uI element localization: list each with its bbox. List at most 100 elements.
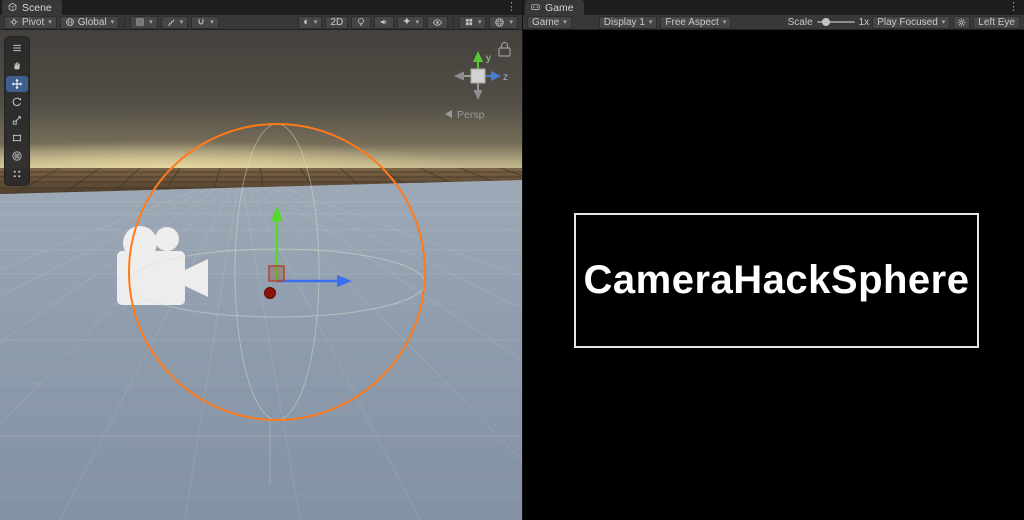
global-label: Global bbox=[77, 16, 107, 28]
pivot-label: Pivot bbox=[22, 16, 45, 28]
orientation-cube[interactable] bbox=[470, 68, 486, 84]
magnet-icon bbox=[196, 17, 206, 27]
overlays-dropdown[interactable]: ▾ bbox=[458, 15, 487, 29]
scale-value: 1x bbox=[858, 16, 870, 28]
tab-game[interactable]: Game bbox=[525, 0, 584, 15]
dropdown-arrow-icon: ▾ bbox=[179, 19, 184, 26]
left-eye-label: Left Eye bbox=[978, 16, 1015, 28]
dropdown-arrow-icon: ▾ bbox=[313, 19, 318, 26]
pivot-dropdown[interactable]: Pivot ▾ bbox=[4, 15, 57, 29]
gizmo-sphere-icon bbox=[494, 17, 505, 28]
scene-visibility-toggle[interactable] bbox=[426, 15, 448, 29]
scale-slider[interactable] bbox=[816, 18, 855, 26]
tab-scene[interactable]: Scene bbox=[2, 0, 62, 15]
persp-label: Persp bbox=[457, 109, 485, 121]
lighting-toggle[interactable] bbox=[351, 15, 372, 29]
dropdown-arrow-icon: ▾ bbox=[110, 19, 115, 26]
scene-viewport[interactable]: y z Persp bbox=[0, 30, 522, 520]
audio-toggle[interactable] bbox=[374, 15, 395, 29]
scene-tab-icon bbox=[7, 2, 18, 13]
play-focused-label: Play Focused bbox=[877, 16, 938, 28]
scale-slider-knob[interactable] bbox=[821, 18, 830, 26]
dropdown-arrow-icon: ▾ bbox=[48, 19, 52, 26]
scale-icon bbox=[12, 116, 21, 125]
grid-icon bbox=[135, 17, 145, 27]
ground-plane bbox=[0, 180, 522, 520]
scene-tool-column bbox=[4, 36, 30, 186]
game-tab-icon bbox=[530, 2, 541, 13]
view-tool-button[interactable] bbox=[6, 58, 28, 74]
scale-slider-group: Scale 1x bbox=[788, 17, 870, 28]
display-dropdown[interactable]: Display 1 ▾ bbox=[598, 15, 658, 29]
rotate-tool-button[interactable] bbox=[6, 94, 28, 110]
game-settings-button[interactable] bbox=[953, 15, 971, 29]
gear-icon bbox=[956, 17, 967, 28]
scene-tabstrip: Scene ⋮ bbox=[0, 0, 522, 15]
transform-icon bbox=[12, 151, 22, 161]
game-menu-label: Game bbox=[532, 16, 560, 28]
gizmos-dropdown[interactable]: ▾ bbox=[489, 15, 518, 29]
global-dropdown[interactable]: Global ▾ bbox=[59, 15, 120, 29]
custom-tools-icon bbox=[13, 170, 21, 178]
move-icon bbox=[11, 78, 23, 90]
snap-step-icon bbox=[166, 17, 176, 27]
game-toolbar: Game ▾ Display 1 ▾ Free Aspect ▾ Scale 1… bbox=[523, 15, 1024, 30]
overlay-grid-icon bbox=[464, 17, 474, 27]
scene-panel-kebab-icon[interactable]: ⋮ bbox=[506, 1, 517, 14]
aspect-ratio-dropdown[interactable]: Free Aspect ▾ bbox=[660, 15, 732, 29]
toolbar-separator bbox=[124, 16, 126, 28]
lightbulb-icon bbox=[356, 17, 366, 27]
dropdown-arrow-icon: ▾ bbox=[648, 19, 653, 26]
game-panel-kebab-icon[interactable]: ⋮ bbox=[1008, 1, 1019, 14]
axis-y-label: y bbox=[486, 53, 491, 64]
move-gizmo-plane-handle[interactable] bbox=[268, 265, 285, 282]
scene-tab-label: Scene bbox=[22, 1, 52, 14]
scene-panel: Scene ⋮ Pivot ▾ Global ▾ ▾ ▾ ▾ ◐ ▾ 2D ✦ … bbox=[0, 0, 522, 520]
scene-viewport-canvas[interactable]: y z Persp bbox=[0, 30, 522, 520]
pivot-icon bbox=[9, 17, 19, 27]
game-tab-label: Game bbox=[545, 1, 574, 14]
dropdown-arrow-icon: ▾ bbox=[149, 19, 153, 26]
game-screen-text-frame: CameraHackSphere bbox=[574, 213, 979, 348]
2d-label: 2D bbox=[330, 16, 344, 28]
scale-label: Scale bbox=[787, 16, 813, 28]
globe-icon bbox=[65, 17, 75, 27]
dropdown-arrow-icon: ▾ bbox=[210, 19, 214, 26]
scale-tool-button[interactable] bbox=[6, 112, 28, 128]
aspect-label: Free Aspect bbox=[665, 16, 719, 28]
custom-tool-button[interactable] bbox=[6, 166, 28, 182]
axis-z-label: z bbox=[503, 72, 508, 83]
transform-tool-button[interactable] bbox=[6, 148, 28, 164]
rotate-icon bbox=[12, 97, 22, 107]
snap-magnet-dropdown[interactable]: ▾ bbox=[191, 15, 219, 29]
effects-star-icon: ✦ bbox=[402, 15, 412, 28]
tools-menu-button[interactable] bbox=[6, 40, 28, 56]
dropdown-arrow-icon: ▾ bbox=[509, 19, 513, 26]
shaded-sphere-icon: ◐ bbox=[303, 15, 310, 28]
shading-mode-dropdown[interactable]: ◐ ▾ bbox=[298, 15, 323, 29]
left-eye-dropdown[interactable]: Left Eye bbox=[973, 15, 1020, 29]
dropdown-arrow-icon: ▾ bbox=[941, 19, 946, 26]
game-viewport[interactable]: CameraHackSphere bbox=[523, 30, 1024, 520]
grid-visibility-dropdown[interactable]: ▾ bbox=[130, 15, 158, 29]
pivot-point-dot bbox=[264, 287, 276, 299]
play-focused-dropdown[interactable]: Play Focused ▾ bbox=[872, 15, 951, 29]
snap-increment-dropdown[interactable]: ▾ bbox=[160, 15, 189, 29]
display-label: Display 1 bbox=[603, 16, 645, 28]
move-tool-button[interactable] bbox=[6, 76, 28, 92]
2d-toggle[interactable]: 2D bbox=[325, 15, 349, 29]
dropdown-arrow-icon: ▾ bbox=[563, 19, 567, 26]
effects-dropdown[interactable]: ✦ ▾ bbox=[397, 15, 424, 29]
game-tabstrip: Game ⋮ bbox=[523, 0, 1024, 15]
scene-toolbar: Pivot ▾ Global ▾ ▾ ▾ ▾ ◐ ▾ 2D ✦ ▾ ▾ ▾ bbox=[0, 15, 522, 30]
dropdown-arrow-icon: ▾ bbox=[722, 19, 727, 26]
rect-tool-icon bbox=[12, 134, 22, 142]
speaker-icon bbox=[379, 17, 389, 27]
game-screen-text: CameraHackSphere bbox=[583, 258, 970, 302]
rect-tool-button[interactable] bbox=[6, 130, 28, 146]
game-panel: Game ⋮ Game ▾ Display 1 ▾ Free Aspect ▾ … bbox=[522, 0, 1024, 520]
dropdown-arrow-icon: ▾ bbox=[477, 19, 482, 26]
game-view-dropdown[interactable]: Game ▾ bbox=[527, 15, 572, 29]
eye-icon bbox=[432, 17, 443, 28]
dropdown-arrow-icon: ▾ bbox=[415, 19, 419, 26]
